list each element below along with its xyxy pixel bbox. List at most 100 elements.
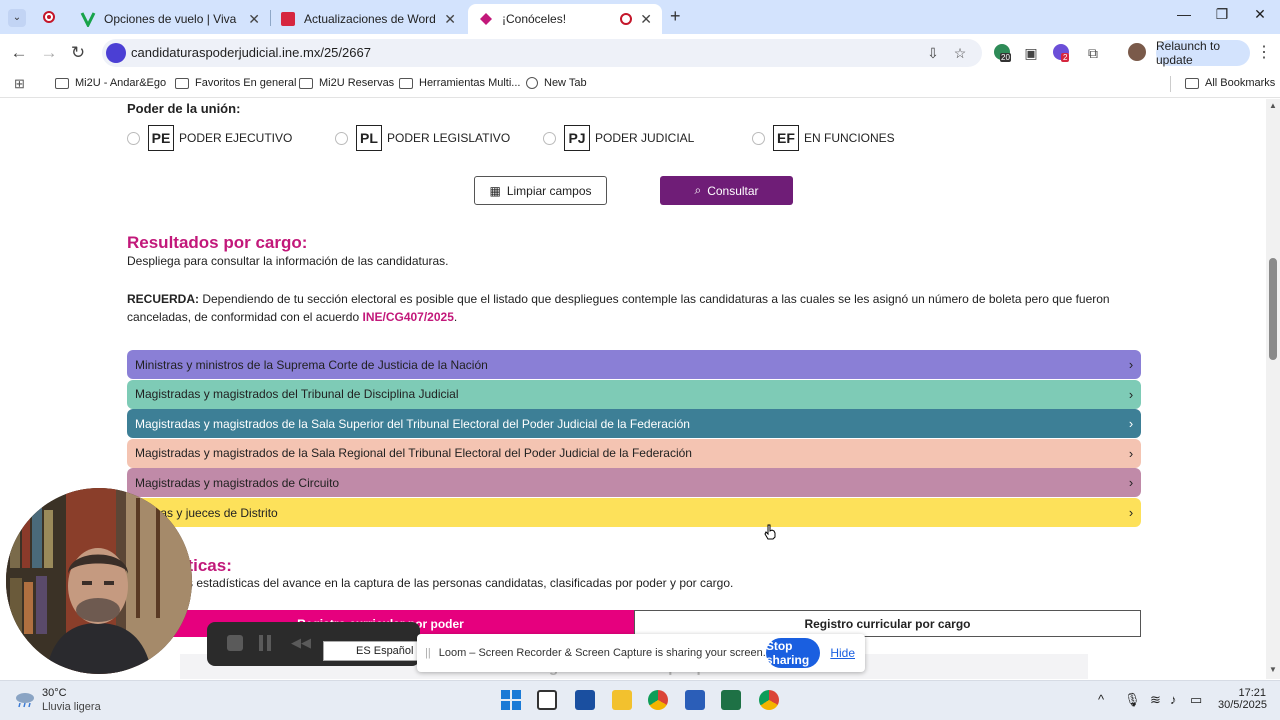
stop-record-icon[interactable] bbox=[227, 635, 243, 651]
clear-fields-label: Limpiar campos bbox=[506, 183, 592, 198]
filter-option-pl[interactable]: PL PODER LEGISLATIVO bbox=[335, 125, 510, 151]
language-indicator[interactable]: ES Español (La bbox=[323, 641, 419, 661]
agreement-link[interactable]: INE/CG407/2025 bbox=[362, 310, 453, 324]
viva-favicon-icon bbox=[80, 12, 96, 27]
radio-button[interactable] bbox=[543, 131, 556, 145]
url-text[interactable]: candidaturaspoderjudicial.ine.mx/25/2667 bbox=[131, 45, 371, 60]
site-info-icon[interactable] bbox=[106, 43, 126, 63]
extension-icon[interactable]: ▣ bbox=[1022, 44, 1040, 62]
results-title: Resultados por cargo: bbox=[127, 233, 308, 252]
scroll-up-icon[interactable]: ▲ bbox=[1269, 101, 1277, 110]
position-accordion-item[interactable]: Magistradas y magistrados de la Sala Reg… bbox=[127, 438, 1141, 468]
power-label: PODER EJECUTIVO bbox=[179, 131, 293, 145]
weather-temperature[interactable]: 30°C bbox=[42, 687, 67, 699]
radio-button[interactable] bbox=[127, 131, 140, 145]
pause-icon[interactable] bbox=[259, 635, 275, 651]
forward-icon[interactable]: → bbox=[38, 42, 60, 64]
file-explorer-icon[interactable] bbox=[612, 690, 632, 710]
chrome-icon[interactable] bbox=[648, 690, 668, 710]
excel-icon[interactable] bbox=[721, 690, 741, 710]
extension-icon[interactable]: 2 bbox=[1053, 44, 1071, 62]
windows-taskbar bbox=[0, 680, 1280, 720]
extension-badge: 20 bbox=[1000, 53, 1011, 62]
scroll-thumb[interactable] bbox=[1269, 258, 1277, 360]
battery-icon[interactable]: ▭ bbox=[1190, 692, 1202, 708]
folder-icon bbox=[1185, 77, 1199, 89]
filter-option-pe[interactable]: PE PODER EJECUTIVO bbox=[127, 125, 292, 151]
tab-search-icon[interactable]: ⌄ bbox=[8, 9, 26, 27]
chevron-right-icon: › bbox=[1128, 475, 1134, 491]
apps-grid-icon[interactable]: ⊞ bbox=[14, 77, 28, 91]
word-icon[interactable] bbox=[685, 690, 705, 710]
position-accordion-item[interactable]: Juezas y jueces de Distrito › bbox=[127, 498, 1141, 527]
stop-sharing-button[interactable]: Stop sharing bbox=[765, 638, 821, 668]
install-app-icon[interactable]: ⇩ bbox=[924, 44, 942, 62]
query-label: Consultar bbox=[707, 183, 759, 198]
profile-avatar[interactable] bbox=[1128, 43, 1146, 61]
query-button[interactable]: ⌕ Consultar bbox=[660, 176, 793, 205]
radio-button[interactable] bbox=[752, 131, 765, 145]
page-scrollbar[interactable]: ▲ ▼ bbox=[1266, 99, 1280, 679]
all-bookmarks[interactable]: All Bookmarks bbox=[1185, 77, 1275, 89]
rewind-icon[interactable]: ◀◀ bbox=[291, 635, 311, 651]
tab-title: Actualizaciones de WordPress bbox=[304, 12, 436, 26]
filter-option-ef[interactable]: EF EN FUNCIONES bbox=[752, 125, 895, 151]
reload-icon[interactable]: ↻ bbox=[67, 42, 89, 64]
clear-fields-button[interactable]: ▦ Limpiar campos bbox=[474, 176, 607, 205]
tray-overflow-icon[interactable]: ^ bbox=[1098, 692, 1104, 707]
wifi-icon[interactable]: ≋ bbox=[1150, 692, 1161, 708]
relaunch-button[interactable]: Relaunch to update bbox=[1156, 39, 1250, 67]
restore-icon[interactable]: ❐ bbox=[1204, 6, 1240, 23]
minimize-icon[interactable]: — bbox=[1166, 6, 1202, 22]
tab-registry-by-position[interactable]: Registro curricular por cargo bbox=[634, 610, 1141, 637]
volume-icon[interactable]: ♪ bbox=[1170, 692, 1177, 707]
webcam-bubble[interactable] bbox=[6, 488, 192, 674]
radio-button[interactable] bbox=[335, 131, 348, 145]
back-icon[interactable]: ← bbox=[8, 42, 30, 64]
microphone-icon[interactable]: 🎙 bbox=[1124, 692, 1141, 708]
position-accordion-item[interactable]: Magistradas y magistrados de Circuito › bbox=[127, 468, 1141, 498]
notice-text: Dependiendo de tu sección electoral es p… bbox=[127, 292, 1110, 324]
store-icon[interactable] bbox=[575, 690, 595, 710]
extension-badge: 2 bbox=[1061, 53, 1070, 62]
folder-icon bbox=[299, 77, 313, 89]
bookmark-favoritos[interactable]: Favoritos En general bbox=[175, 77, 297, 89]
chrome-profile-icon[interactable] bbox=[759, 690, 779, 710]
task-view-icon[interactable] bbox=[537, 690, 557, 710]
windows-start-icon[interactable] bbox=[501, 690, 521, 710]
extension-icon[interactable]: 20 bbox=[994, 44, 1012, 62]
weather-description[interactable]: Lluvia ligera bbox=[42, 701, 101, 713]
tab-conoceles[interactable]: ¡Conóceles! ✕ bbox=[468, 4, 662, 34]
taskbar-clock[interactable]: 17:21 30/5/2025 bbox=[1218, 687, 1267, 711]
eraser-icon: ▦ bbox=[489, 183, 501, 198]
filter-option-pj[interactable]: PJ PODER JUDICIAL bbox=[543, 125, 694, 151]
power-label: EN FUNCIONES bbox=[804, 131, 895, 145]
scroll-down-icon[interactable]: ▼ bbox=[1269, 665, 1277, 674]
close-tab-icon[interactable]: ✕ bbox=[248, 11, 260, 28]
weather-rain-icon[interactable] bbox=[14, 690, 36, 708]
close-window-icon[interactable]: ✕ bbox=[1242, 6, 1278, 23]
drag-handle-icon[interactable]: || bbox=[425, 647, 431, 659]
clock-date: 30/5/2025 bbox=[1218, 699, 1267, 711]
position-accordion-item[interactable]: Ministras y ministros de la Suprema Cort… bbox=[127, 350, 1141, 379]
bookmark-star-icon[interactable]: ☆ bbox=[951, 44, 969, 62]
bookmark-mi2u[interactable]: Mi2U - Andar&Ego bbox=[55, 77, 166, 89]
menu-kebab-icon[interactable]: ⋮ bbox=[1256, 42, 1272, 62]
power-abbr: PL bbox=[356, 125, 382, 151]
position-accordion-item[interactable]: Magistradas y magistrados del Tribunal d… bbox=[127, 379, 1141, 409]
new-tab-button[interactable]: + bbox=[670, 6, 681, 27]
bookmark-label: Herramientas Multi... bbox=[419, 77, 521, 89]
close-tab-icon[interactable]: ✕ bbox=[444, 11, 456, 28]
bookmark-reservas[interactable]: Mi2U Reservas bbox=[299, 77, 394, 89]
position-label: Magistradas y magistrados de la Sala Sup… bbox=[135, 416, 690, 431]
tab-viva[interactable]: Opciones de vuelo | Viva ✕ bbox=[70, 4, 270, 34]
close-tab-icon[interactable]: ✕ bbox=[640, 11, 652, 28]
hide-link[interactable]: Hide bbox=[830, 646, 855, 660]
bookmark-herramientas[interactable]: Herramientas Multi... bbox=[399, 77, 520, 89]
extensions-puzzle-icon[interactable]: ⧉ bbox=[1084, 44, 1102, 62]
bookmark-new-tab[interactable]: New Tab bbox=[526, 77, 587, 89]
tab-title: Opciones de vuelo | Viva bbox=[104, 12, 237, 26]
screen-sharing-bar: || Loom – Screen Recorder & Screen Captu… bbox=[417, 634, 865, 672]
position-accordion-item[interactable]: Magistradas y magistrados de la Sala Sup… bbox=[127, 409, 1141, 439]
tab-wordpress[interactable]: Actualizaciones de WordPress ✕ bbox=[270, 4, 466, 34]
